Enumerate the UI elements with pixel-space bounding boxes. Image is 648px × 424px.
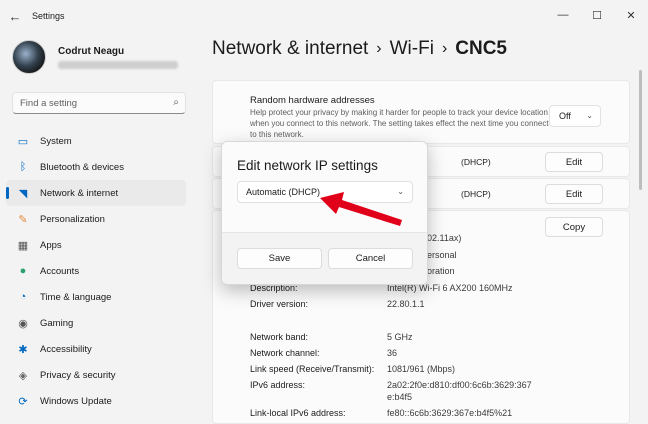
sidebar-item-accessibility[interactable]: ✱ Accessibility <box>6 336 186 362</box>
sidebar-item-time-language[interactable]: ◔ Time & language <box>6 284 186 310</box>
dialog-footer: Save Cancel <box>222 232 427 284</box>
sidebar-item-label: Apps <box>40 239 62 251</box>
property-value: e:b4f5 <box>387 392 413 402</box>
property-value: ersonal <box>427 250 457 260</box>
sidebar-item-label: Accessibility <box>40 343 92 355</box>
property-value: fe80::6c6b:3629:367e:b4f5%21 <box>387 408 513 418</box>
random-hardware-value: Off <box>559 111 571 121</box>
sidebar-item-label: Gaming <box>40 317 74 329</box>
chevron-right-icon: › <box>441 40 448 57</box>
sidebar-item-personalization[interactable]: ✎ Personalization <box>6 206 186 232</box>
property-label: Link-local IPv6 address: <box>250 408 346 418</box>
bluetooth-icon: ᛒ <box>19 161 27 173</box>
random-hardware-description: Help protect your privacy by making it h… <box>250 108 549 139</box>
random-hardware-title: Random hardware addresses <box>250 95 375 106</box>
property-value: 02.11ax) <box>427 233 462 243</box>
sidebar-item-bluetooth-devices[interactable]: ᛒ Bluetooth & devices <box>6 154 186 180</box>
shield-icon: ◈ <box>18 369 28 382</box>
property-label: Network band: <box>250 332 309 342</box>
edit-ip-button[interactable]: Edit <box>545 152 603 172</box>
accessibility-icon: ✱ <box>18 343 28 356</box>
gamepad-icon: ◉ <box>18 317 28 330</box>
copy-button[interactable]: Copy <box>545 217 603 237</box>
update-icon: ⟳ <box>18 395 28 408</box>
brush-icon: ✎ <box>18 213 28 226</box>
sidebar-item-label: Accounts <box>40 265 80 277</box>
sidebar-item-label: Bluetooth & devices <box>40 161 124 173</box>
back-arrow-icon[interactable]: ← <box>0 0 30 32</box>
search-icon[interactable]: ⌕ <box>173 97 179 108</box>
sidebar-nav: ▭ System ᛒ Bluetooth & devices ◥ Network & in… <box>6 128 186 414</box>
sidebar-item-gaming[interactable]: ◉ Gaming <box>6 310 186 336</box>
edit-dns-button[interactable]: Edit <box>545 184 603 204</box>
dialog-title: Edit network IP settings <box>237 158 378 173</box>
save-button[interactable]: Save <box>237 248 322 269</box>
maximize-button[interactable]: ☐ <box>580 0 614 30</box>
random-hardware-card: Random hardware addresses Help protect y… <box>212 80 630 144</box>
search-box[interactable]: ⌕ <box>12 92 186 114</box>
profile-name: Codrut Neagu <box>58 45 125 57</box>
property-label: Driver version: <box>250 299 309 309</box>
title-bar: ← Settings — ☐ ✕ <box>0 0 648 32</box>
sidebar-item-network-internet[interactable]: ◥ Network & internet <box>6 180 186 206</box>
search-input[interactable] <box>20 97 160 109</box>
property-value: oration <box>427 266 455 276</box>
sidebar-item-system[interactable]: ▭ System <box>6 128 186 154</box>
property-value: 22.80.1.1 <box>387 299 425 309</box>
sidebar-item-apps[interactable]: ▦ Apps <box>6 232 186 258</box>
breadcrumb-network[interactable]: Network & internet <box>212 38 368 60</box>
sidebar-item-label: Personalization <box>40 213 105 225</box>
sidebar-item-privacy-security[interactable]: ◈ Privacy & security <box>6 362 186 388</box>
property-value: 5 GHz <box>387 332 413 342</box>
wifi-icon: ◥ <box>18 187 28 200</box>
page-title: CNC5 <box>455 38 507 59</box>
random-hardware-dropdown[interactable]: Off ⌄ <box>549 105 601 127</box>
cancel-button[interactable]: Cancel <box>328 248 413 269</box>
chevron-down-icon: ⌄ <box>586 111 593 120</box>
property-label: IPv6 address: <box>250 380 306 390</box>
property-label: Link speed (Receive/Transmit): <box>250 364 375 374</box>
globe-clock-icon: ◔ <box>19 291 27 303</box>
minimize-button[interactable]: — <box>546 0 580 30</box>
chevron-right-icon: › <box>376 40 382 57</box>
property-value: 2a02:2f0e:d810:df00:6c6b:3629:367 <box>387 380 532 390</box>
scrollbar[interactable] <box>639 70 642 190</box>
property-label: Network channel: <box>250 348 320 358</box>
avatar <box>12 40 46 74</box>
breadcrumb: Network & internet › Wi-Fi › CNC5 <box>212 38 507 60</box>
red-arrow-annotation <box>320 192 402 226</box>
sidebar-item-accounts[interactable]: ● Accounts <box>6 258 186 284</box>
window-controls: — ☐ ✕ <box>546 0 648 30</box>
property-value: 1081/961 (Mbps) <box>387 364 456 374</box>
breadcrumb-wifi[interactable]: Wi-Fi <box>390 38 434 60</box>
arrow-icon <box>320 192 402 226</box>
profile-email-redacted <box>58 60 178 69</box>
sidebar-item-label: System <box>40 135 72 147</box>
apps-icon: ▦ <box>17 239 29 252</box>
ip-assignment-value: (DHCP) <box>461 157 491 167</box>
sidebar-item-windows-update[interactable]: ⟳ Windows Update <box>6 388 186 414</box>
app-title: Settings <box>32 11 65 21</box>
profile: Codrut Neagu <box>12 40 178 74</box>
property-value: 36 <box>387 348 398 358</box>
close-button[interactable]: ✕ <box>614 0 648 30</box>
sidebar-item-label: Privacy & security <box>40 369 116 381</box>
sidebar-item-label: Time & language <box>40 291 112 303</box>
person-icon: ● <box>19 265 27 277</box>
ip-settings-selected: Automatic (DHCP) <box>246 187 321 197</box>
sidebar-item-label: Windows Update <box>40 395 112 407</box>
dns-assignment-value: (DHCP) <box>461 189 491 199</box>
sidebar-item-label: Network & internet <box>40 187 119 199</box>
monitor-icon: ▭ <box>17 135 29 148</box>
